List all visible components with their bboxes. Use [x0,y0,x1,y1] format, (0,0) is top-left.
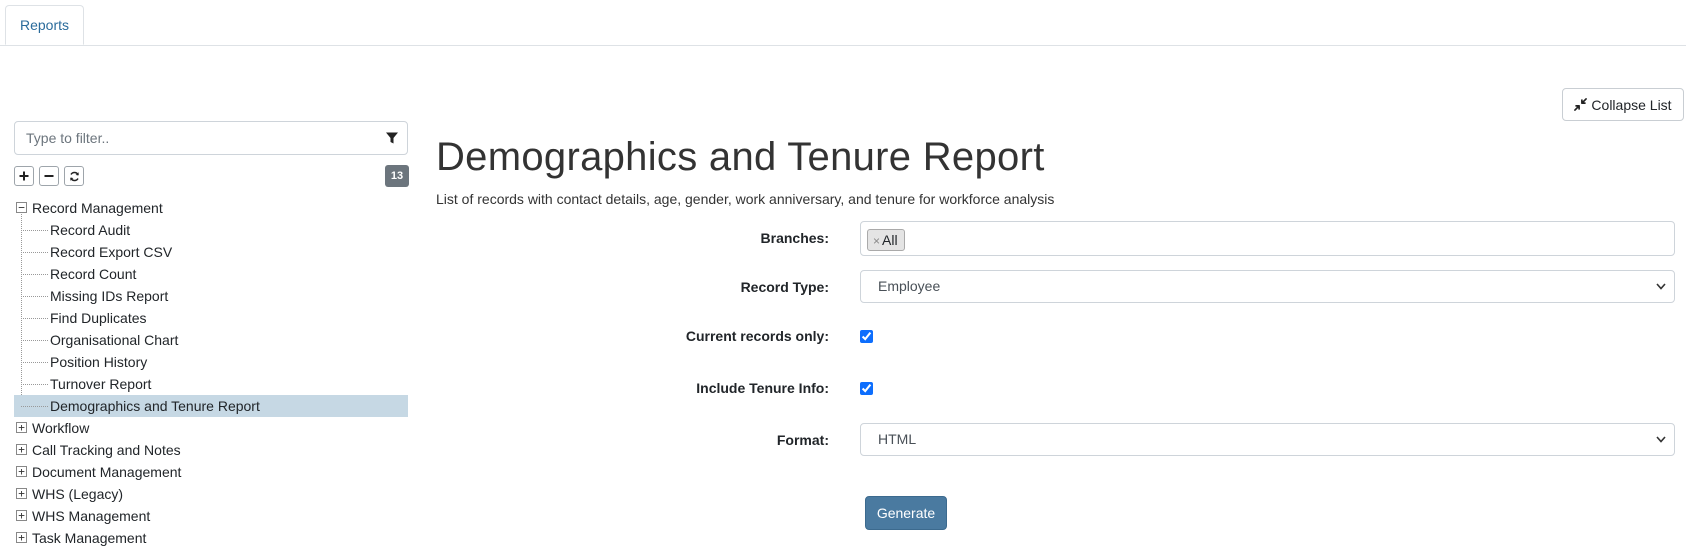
expand-node-icon[interactable]: + [16,422,27,433]
tab-reports[interactable]: Reports [5,5,84,45]
tree-item-label: Organisational Chart [50,332,179,348]
report-tree: − Record Management Record Audit Record … [14,197,408,549]
filter-icon[interactable] [385,131,399,145]
tree-group-workflow[interactable]: + Workflow [14,417,408,439]
branches-label: Branches: [760,230,829,246]
collapse-all-button[interactable] [39,166,59,186]
page-title: Demographics and Tenure Report [436,135,1045,179]
tree-controls [14,166,84,186]
filter-input[interactable] [26,123,376,153]
tree-item-label: Record Count [50,266,137,282]
tree-group-label: Record Management [32,200,163,216]
tree-item-label: Record Export CSV [50,244,173,260]
tree-item-record-count[interactable]: Record Count [14,263,408,285]
branches-multiselect[interactable]: × All [860,221,1675,256]
tree-group-record-management[interactable]: − Record Management [14,197,408,219]
tree-group-label: WHS Management [32,508,151,524]
tree-item-label: Record Audit [50,222,131,238]
tree-item-label: Turnover Report [50,376,152,392]
expand-node-icon[interactable]: + [16,488,27,499]
chevron-down-icon [1656,436,1666,443]
tab-bar: Reports [0,0,1686,46]
current-records-only-label: Current records only: [685,328,829,344]
tree-item-label: Demographics and Tenure Report [50,398,260,414]
expand-node-icon[interactable]: + [16,532,27,543]
tree-group-task-management[interactable]: + Task Management [14,527,408,549]
tree-item-record-export-csv[interactable]: Record Export CSV [14,241,408,263]
refresh-icon [69,171,79,181]
tree-item-organisational-chart[interactable]: Organisational Chart [14,329,408,351]
format-value: HTML [878,431,917,447]
expand-all-button[interactable] [14,166,34,186]
branch-chip-all: × All [867,229,905,251]
tree-item-demographics-and-tenure-report[interactable]: Demographics and Tenure Report [14,395,408,417]
tree-item-label: Missing IDs Report [50,288,169,304]
tree-group-label: Workflow [32,420,90,436]
tree-group-document-management[interactable]: + Document Management [14,461,408,483]
minus-icon [44,175,54,177]
expand-node-icon[interactable]: + [16,444,27,455]
chevron-down-icon [1656,283,1666,290]
compress-icon [1574,98,1588,111]
tree-item-turnover-report[interactable]: Turnover Report [14,373,408,395]
collapse-node-icon[interactable]: − [16,202,27,213]
tree-group-whs-management[interactable]: + WHS Management [14,505,408,527]
filter-box [14,121,408,155]
generate-button[interactable]: Generate [865,496,947,530]
record-type-select[interactable]: Employee [860,270,1675,303]
record-type-label: Record Type: [740,279,829,295]
collapse-list-button[interactable]: Collapse List [1562,88,1684,121]
tree-group-label: Document Management [32,464,182,480]
tree-item-record-audit[interactable]: Record Audit [14,219,408,241]
tree-group-label: Call Tracking and Notes [32,442,181,458]
format-select[interactable]: HTML [860,423,1675,456]
tree-group-label: WHS (Legacy) [32,486,124,502]
include-tenure-info-checkbox[interactable] [860,382,873,395]
tree-group-whs-legacy[interactable]: + WHS (Legacy) [14,483,408,505]
expand-node-icon[interactable]: + [16,510,27,521]
tree-item-missing-ids-report[interactable]: Missing IDs Report [14,285,408,307]
record-type-value: Employee [878,278,941,294]
include-tenure-info-label: Include Tenure Info: [696,380,829,396]
tree-item-label: Find Duplicates [50,310,147,326]
expand-node-icon[interactable]: + [16,466,27,477]
plus-icon [19,171,29,181]
tree-group-call-tracking-and-notes[interactable]: + Call Tracking and Notes [14,439,408,461]
tree-group-label: Task Management [32,530,147,546]
tree-item-label: Position History [50,354,148,370]
format-label: Format: [776,432,829,448]
page-description: List of records with contact details, ag… [436,191,1055,207]
collapse-list-label: Collapse List [1591,96,1672,113]
current-records-only-checkbox[interactable] [860,330,873,343]
refresh-button[interactable] [64,166,84,186]
remove-chip-icon[interactable]: × [873,234,880,248]
tree-item-position-history[interactable]: Position History [14,351,408,373]
branch-chip-label: All [882,232,898,248]
tree-item-find-duplicates[interactable]: Find Duplicates [14,307,408,329]
report-count-badge: 13 [385,165,409,187]
